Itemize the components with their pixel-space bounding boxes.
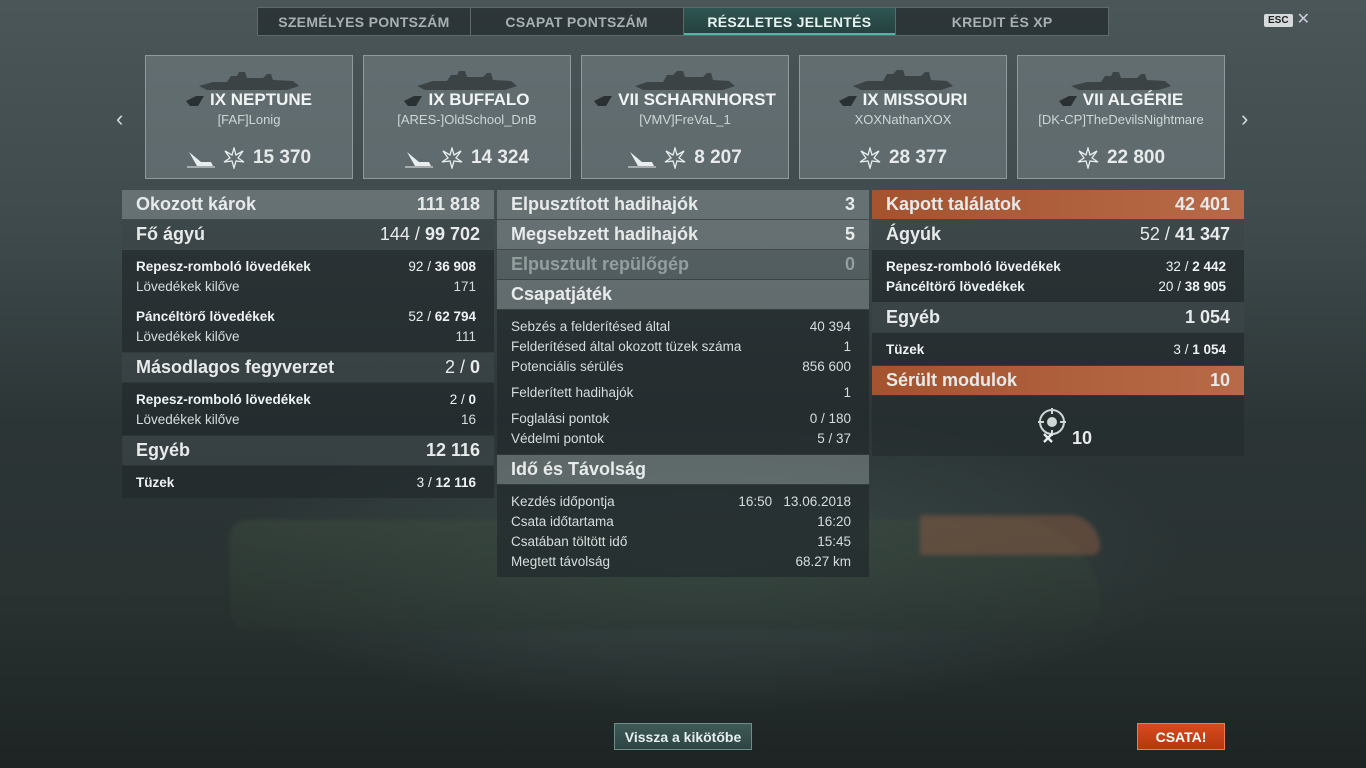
guns-header: Ágyúk 52 / 41 347 (872, 220, 1244, 249)
ship-silhouette-icon (199, 72, 299, 90)
report-tabs: SZEMÉLYES PONTSZÁM CSAPAT PONTSZÁM RÉSZL… (257, 7, 1109, 36)
ship-carousel: IX NEPTUNE [FAF]Lonig 15 370 IX BUFFALO … (145, 55, 1225, 179)
esc-close-button[interactable]: ESC ✕ (1264, 12, 1310, 28)
potential-damage-row: Potenciális sérülés 856 600 (511, 358, 851, 374)
battleship-class-icon (594, 95, 613, 106)
results-panel: Elpusztított hadihajók 3 Megsebzett hadih… (497, 190, 869, 578)
battle-button[interactable]: CSATA! (1137, 723, 1225, 750)
distance-row: Megtett távolság 68.27 km (511, 553, 851, 569)
he-shells-row: Repesz-romboló lövedékek 92 / 36 908 (136, 258, 476, 274)
close-icon[interactable]: ✕ (1297, 12, 1310, 28)
damage-value: 14 324 (470, 147, 530, 168)
damage-received-panel: Kapott találatok 42 401 Ágyúk 52 / 41 347 … (872, 190, 1244, 456)
cruiser-class-icon (185, 95, 204, 106)
he-shells-fired-row: Lövedékek kilőve 171 (136, 278, 476, 294)
time-in-battle-row: Csatában töltött idő 15:45 (511, 533, 851, 549)
damaged-modules-header: Sérült modulok 10 (872, 366, 1244, 395)
carousel-next-arrow-icon[interactable]: › (1241, 106, 1248, 132)
received-he-row: Repesz-romboló lövedékek 32 / 2 442 (886, 258, 1226, 274)
damage-value: 28 377 (888, 147, 948, 168)
tab-detailed-report[interactable]: RÉSZLETES JELENTÉS (683, 8, 897, 35)
esc-key-badge: ESC (1264, 13, 1293, 27)
background-deck (920, 515, 1100, 555)
player-name: [FAF]Lonig (217, 112, 281, 127)
received-ap-row: Páncéltörő lövedékek 20 / 38 905 (886, 278, 1226, 294)
guns-details: Repesz-romboló lövedékek 32 / 2 442 Páncé… (872, 250, 1244, 302)
ship-name: IX MISSOURI (862, 90, 968, 109)
teamplay-header: Csapatjáték (497, 280, 869, 309)
ship-card[interactable]: VII ALGÉRIE [DK-CP]TheDevilsNightmare 22… (1017, 55, 1225, 179)
spotting-fires-row: Felderítésed által okozott tüzek száma 1 (511, 338, 851, 354)
explosion-icon (664, 147, 686, 169)
damage-dealt-header: Okozott károk 111 818 (122, 190, 494, 219)
tab-team-score[interactable]: CSAPAT PONTSZÁM (471, 8, 684, 35)
time-distance-header: Idő és Távolság (497, 455, 869, 484)
explosion-icon (441, 147, 463, 169)
damage-dealt-panel: Okozott károk 111 818 Fő ágyú 144 / 99 702… (122, 190, 494, 499)
cruiser-class-icon (404, 95, 423, 106)
damaged-modules-details: 10 (872, 396, 1244, 456)
ship-silhouette-icon (417, 71, 517, 90)
spotted-ships-row: Felderített hadihajók 1 (511, 384, 851, 400)
destroyed-ships-header: Elpusztított hadihajók 3 (497, 190, 869, 219)
battleship-class-icon (838, 95, 857, 106)
battle-duration-row: Csata időtartama 16:20 (511, 513, 851, 529)
sinking-ship-icon (628, 148, 657, 168)
hits-received-header: Kapott találatok 42 401 (872, 190, 1244, 219)
player-name: [DK-CP]TheDevilsNightmare (1038, 112, 1204, 127)
ap-shells-row: Páncéltörő lövedékek 52 / 62 794 (136, 308, 476, 324)
player-name: [ARES-]OldSchool_DnB (397, 112, 537, 127)
carousel-prev-arrow-icon[interactable]: ‹ (116, 106, 123, 132)
ship-silhouette-icon (635, 71, 735, 90)
capture-points-row: Foglalási pontok 0 / 180 (511, 410, 851, 426)
explosion-icon (223, 147, 245, 169)
secondary-he-row: Repesz-romboló lövedékek 2 / 0 (136, 391, 476, 407)
other-damage-header: Egyéb 12 116 (122, 436, 494, 465)
damaged-ships-header: Megsebzett hadihajók 5 (497, 220, 869, 249)
player-name: XOXNathanXOX (854, 112, 952, 127)
main-battery-details: Repesz-romboló lövedékek 92 / 36 908 Löve… (122, 250, 494, 352)
secondary-fired-row: Lövedékek kilőve 16 (136, 411, 476, 427)
ship-name: IX NEPTUNE (209, 90, 313, 109)
secondary-armament-header: Másodlagos fegyverzet 2 / 0 (122, 353, 494, 382)
received-fires-row: Tüzek 3 / 1 054 (886, 341, 1226, 357)
spotting-damage-row: Sebzés a felderítésed által 40 394 (511, 318, 851, 334)
ship-card[interactable]: IX BUFFALO [ARES-]OldSchool_DnB 14 324 (363, 55, 571, 179)
damage-value: 15 370 (252, 147, 312, 168)
explosion-icon (1077, 147, 1099, 169)
module-damage-count: 10 (1072, 428, 1093, 448)
main-battery-header: Fő ágyú 144 / 99 702 (122, 220, 494, 249)
tab-personal-score[interactable]: SZEMÉLYES PONTSZÁM (258, 8, 471, 35)
cruiser-class-icon (1058, 95, 1077, 106)
planes-destroyed-header: Elpusztult repülőgép 0 (497, 250, 869, 279)
ship-card[interactable]: VII SCHARNHORST [VMV]FreVaL_1 8 207 (581, 55, 789, 179)
ship-card[interactable]: IX NEPTUNE [FAF]Lonig 15 370 (145, 55, 353, 179)
damage-value: 22 800 (1106, 147, 1166, 168)
explosion-icon (859, 147, 881, 169)
ship-card[interactable]: IX MISSOURI XOXNathanXOX 28 377 (799, 55, 1007, 179)
teamplay-details: Sebzés a felderítésed által 40 394 Felder… (497, 310, 869, 454)
ship-name: VII SCHARNHORST (618, 90, 776, 109)
other-damage-details: Tüzek 3 / 12 116 (122, 466, 494, 498)
ship-name: VII ALGÉRIE (1082, 90, 1184, 109)
ship-silhouette-icon (853, 70, 953, 90)
received-other-header: Egyéb 1 054 (872, 303, 1244, 332)
sinking-ship-icon (404, 148, 433, 168)
fires-row: Tüzek 3 / 12 116 (136, 474, 476, 490)
ship-name: IX BUFFALO (428, 90, 530, 109)
tab-credits-xp[interactable]: KREDIT ÉS XP (896, 8, 1108, 35)
back-to-port-button[interactable]: Vissza a kikötőbe (614, 723, 752, 750)
start-time-row: Kezdés időpontja 16:50 13.06.2018 (511, 493, 851, 509)
ap-shells-fired-row: Lövedékek kilőve 111 (136, 328, 476, 344)
damage-value: 8 207 (694, 147, 742, 168)
player-name: [VMV]FreVaL_1 (639, 112, 731, 127)
module-damage-icon (1034, 406, 1070, 449)
secondary-details: Repesz-romboló lövedékek 2 / 0 Lövedékek … (122, 383, 494, 435)
defense-points-row: Védelmi pontok 5 / 37 (511, 430, 851, 446)
received-other-details: Tüzek 3 / 1 054 (872, 333, 1244, 365)
ship-silhouette-icon (1071, 72, 1171, 90)
sinking-ship-icon (186, 148, 215, 168)
time-distance-details: Kezdés időpontja 16:50 13.06.2018 Csata i… (497, 485, 869, 577)
